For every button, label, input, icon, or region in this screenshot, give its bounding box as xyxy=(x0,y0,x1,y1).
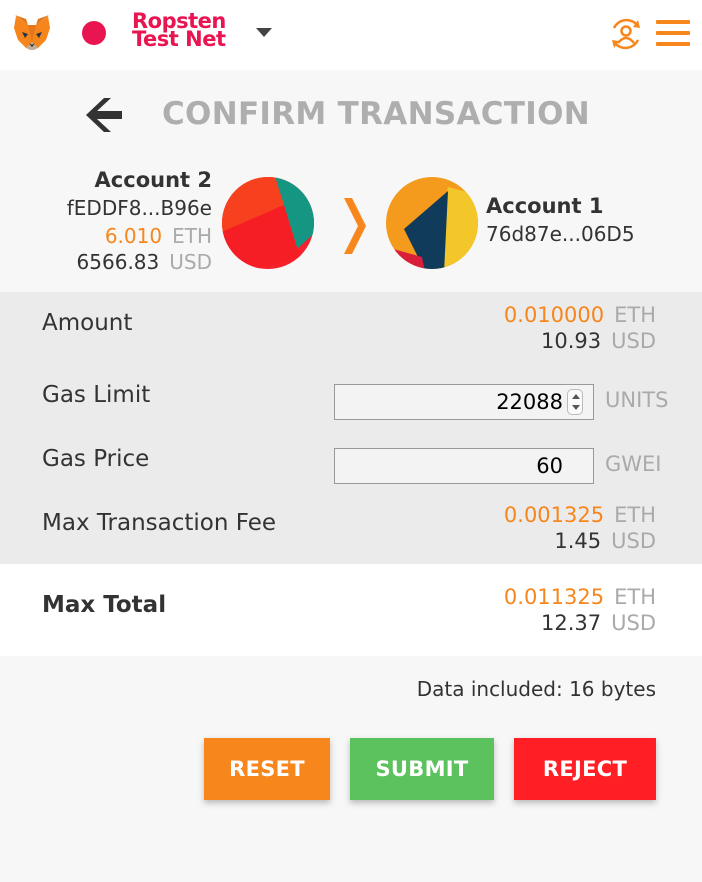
stepper-down-icon[interactable] xyxy=(572,405,580,410)
stepper-up-icon[interactable] xyxy=(572,394,580,399)
gas-limit-stepper[interactable] xyxy=(567,389,583,415)
account-switch-icon[interactable] xyxy=(606,14,646,54)
max-fee-value: 0.001325 ETH 1.45 USD xyxy=(504,502,656,554)
gas-limit-unit: UNITS xyxy=(605,388,669,412)
network-status-dot xyxy=(82,21,106,45)
max-fee-usd-unit: USD xyxy=(611,529,656,553)
max-fee-eth-unit: ETH xyxy=(614,503,656,527)
metamask-fox-icon xyxy=(14,15,50,50)
from-account-identicon xyxy=(222,177,314,269)
to-account-name: Account 1 xyxy=(486,194,604,218)
gas-price-label: Gas Price xyxy=(42,446,150,472)
from-account-info: Account 2 fEDDF8...B96e 6.010 ETH 6566.83… xyxy=(67,166,212,275)
app-header: Ropsten Test Net xyxy=(0,0,702,70)
from-usd-unit: USD xyxy=(169,250,212,274)
gas-limit-field[interactable] xyxy=(334,384,594,420)
max-fee-eth: 0.001325 xyxy=(503,503,605,527)
gas-limit-input[interactable] xyxy=(335,385,593,419)
from-account-name: Account 2 xyxy=(94,168,212,192)
to-account-address: 76d87e...06D5 xyxy=(486,222,635,246)
from-eth-balance: 6.010 xyxy=(104,224,163,248)
amount-usd-unit: USD xyxy=(611,329,656,353)
max-total-usd: 12.37 xyxy=(541,611,602,635)
max-fee-usd: 1.45 xyxy=(554,529,602,553)
max-total-section: Max Total 0.011325 ETH 12.37 USD xyxy=(0,564,702,656)
max-total-value: 0.011325 ETH 12.37 USD xyxy=(504,584,656,636)
network-name[interactable]: Ropsten Test Net xyxy=(132,11,262,50)
gas-limit-label: Gas Limit xyxy=(42,382,151,408)
hamburger-menu-icon[interactable] xyxy=(656,18,690,48)
page-title: CONFIRM TRANSACTION xyxy=(162,96,590,132)
reject-button[interactable]: REJECT xyxy=(514,738,656,800)
transaction-details-panel: Amount 0.010000 ETH 10.93 USD Gas Limit UN… xyxy=(0,292,702,564)
reset-button[interactable]: RESET xyxy=(204,738,330,800)
data-included-text: Data included: 16 bytes xyxy=(416,677,656,701)
to-account-info: Account 1 76d87e...06D5 xyxy=(486,192,635,249)
amount-eth: 0.010000 xyxy=(503,303,605,327)
from-eth-unit: ETH xyxy=(172,224,212,248)
amount-eth-unit: ETH xyxy=(614,303,656,327)
back-arrow-icon[interactable] xyxy=(84,94,126,136)
max-total-eth-unit: ETH xyxy=(614,585,656,609)
to-account-identicon xyxy=(386,177,478,269)
chevron-right-icon xyxy=(344,198,366,254)
amount-label: Amount xyxy=(42,310,133,336)
gas-price-input[interactable] xyxy=(335,449,593,483)
max-total-label: Max Total xyxy=(42,592,167,618)
amount-usd: 10.93 xyxy=(541,329,602,353)
network-dropdown-caret-icon[interactable] xyxy=(256,28,272,37)
max-total-eth: 0.011325 xyxy=(503,585,605,609)
from-account-address: fEDDF8...B96e xyxy=(66,196,212,220)
max-total-usd-unit: USD xyxy=(611,611,656,635)
submit-button[interactable]: SUBMIT xyxy=(350,738,494,800)
amount-value: 0.010000 ETH 10.93 USD xyxy=(504,302,656,354)
max-fee-label: Max Transaction Fee xyxy=(42,510,277,536)
gas-price-field[interactable] xyxy=(334,448,594,484)
gas-price-unit: GWEI xyxy=(605,452,662,476)
from-usd-balance: 6566.83 xyxy=(76,250,160,274)
